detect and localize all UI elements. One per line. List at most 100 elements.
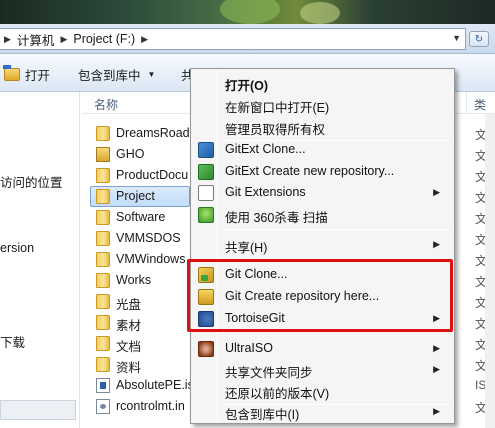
wallpaper-shape [220,0,280,24]
menu-item-label: 共享(H) [225,241,268,255]
gitext-new-repo-icon [198,164,214,180]
dropdown-arrow-icon: ▼ [147,70,156,79]
file-name: VMMSDOS [116,231,181,245]
folder-icon [96,315,110,330]
file-name: Software [116,210,166,224]
menu-separator [221,335,449,336]
menu-item-tortoisegit[interactable]: TortoiseGit ▶ [193,308,452,330]
submenu-arrow-icon: ▶ [433,313,440,323]
gitext-clone-icon [198,142,214,158]
desktop-background-strip [0,0,495,24]
nav-horizontal-scrollbar[interactable] [0,400,76,420]
file-name: GHO [116,147,145,161]
open-label: 打开 [25,69,51,83]
file-name: 素材 [116,319,142,333]
submenu-arrow-icon: ▶ [433,187,440,197]
menu-item-restore-previous-versions[interactable]: 还原以前的版本(V) [193,380,452,402]
menu-item-label: 在新窗口中打开(E) [225,101,330,115]
folder-icon [96,126,110,141]
address-bar-row: ▶ 计算机 ▶ Project (F:) ▶ ▼ ↻ [0,24,495,54]
address-bar[interactable]: ▶ 计算机 ▶ Project (F:) ▶ ▼ [0,28,466,50]
column-header-name[interactable]: 名称 [94,96,118,113]
folder-icon [96,273,110,288]
menu-item-label: GitExt Clone... [225,142,306,156]
navigation-pane: 访问的位置 ersion 下载 [0,92,80,428]
open-folder-icon [3,65,20,81]
menu-item-take-ownership[interactable]: 管理员取得所有权 [193,116,452,138]
menu-item-label: Git Clone... [225,267,288,281]
address-dropdown-icon[interactable]: ▼ [452,33,461,43]
menu-item-label: UltraISO [225,341,273,355]
column-header-type[interactable]: 类 [474,96,486,113]
nav-item-recent-places[interactable]: 访问的位置 [0,172,63,191]
menu-item-label: Git Create repository here... [225,289,380,303]
file-name: 资料 [116,361,142,375]
menu-item-ultraiso[interactable]: UltraISO ▶ [193,338,452,360]
tortoisegit-icon [198,311,214,327]
file-name: 文档 [116,340,142,354]
breadcrumb-chevron-icon[interactable]: ▶ [60,34,67,45]
menu-item-label: 共享文件夹同步 [225,366,313,380]
menu-separator [221,259,449,260]
breadcrumb-chevron-icon[interactable]: ▶ [141,34,148,45]
dll-icon [96,399,110,414]
git-clone-icon [198,267,214,283]
folder-icon [96,294,110,309]
menu-item-label: GitExt Create new repository... [225,164,395,178]
file-name: rcontrolmt.in [116,399,185,413]
menu-item-360-scan[interactable]: 使用 360杀毒 扫描 [193,204,452,226]
gho-folder-icon [96,147,110,162]
nav-item-downloads[interactable]: 下载 [0,332,25,351]
breadcrumb-chevron-icon[interactable]: ▶ [4,34,11,45]
file-name: ProductDocu [116,168,189,182]
breadcrumb-computer[interactable]: 计算机 [17,30,55,49]
breadcrumb-drive[interactable]: Project (F:) [73,32,135,46]
submenu-arrow-icon: ▶ [433,364,440,374]
refresh-button[interactable]: ↻ [469,31,489,47]
menu-item-git-extensions[interactable]: Git Extensions ▶ [193,182,452,204]
menu-item-open-new-window[interactable]: 在新窗口中打开(E) [193,94,452,116]
menu-item-label: 还原以前的版本(V) [225,387,330,401]
menu-item-git-clone[interactable]: Git Clone... [193,264,452,286]
menu-item-label: 包含到库中(I) [225,408,300,422]
folder-icon [96,357,110,372]
file-name: 光盘 [116,298,142,312]
folder-icon [96,336,110,351]
menu-separator [221,229,449,230]
ultraiso-icon [198,341,214,357]
context-menu: 打开(O) 在新窗口中打开(E) 管理员取得所有权 GitExt Clone..… [190,68,455,424]
folder-icon [96,168,110,183]
wallpaper-shape [300,2,340,24]
file-name: Works [116,273,152,287]
column-divider[interactable] [466,92,467,114]
include-in-library-button[interactable]: 包含到库中 ▼ [78,65,155,84]
vertical-scrollbar[interactable] [485,114,495,428]
nav-item-version[interactable]: ersion [0,241,34,255]
menu-item-label: Git Extensions [225,185,306,199]
menu-item-gitext-clone[interactable]: GitExt Clone... [193,139,452,161]
shield-360-icon [198,207,214,223]
file-name: Project [116,189,155,203]
menu-item-include-in-library[interactable]: 包含到库中(I) ▶ [193,401,452,423]
refresh-icon: ↻ [474,33,484,45]
menu-item-label: TortoiseGit [225,311,285,325]
folder-icon [96,252,110,267]
menu-item-label: 使用 360杀毒 扫描 [225,211,328,225]
git-extensions-icon [198,185,214,201]
menu-item-git-create-repo-here[interactable]: Git Create repository here... [193,286,452,308]
menu-item-open[interactable]: 打开(O) [193,72,452,94]
include-label: 包含到库中 [78,69,141,83]
exe-icon [96,378,110,393]
folder-icon [96,231,110,246]
menu-item-label: 打开(O) [225,79,269,93]
file-name: DreamsRoad [116,126,190,140]
git-create-repo-icon [198,289,214,305]
open-button[interactable]: 打开 [3,65,51,84]
menu-item-share[interactable]: 共享(H) ▶ [193,234,452,256]
submenu-arrow-icon: ▶ [433,343,440,353]
submenu-arrow-icon: ▶ [433,239,440,249]
menu-item-label: 管理员取得所有权 [225,123,326,137]
file-name: VMWindows [116,252,186,266]
menu-item-gitext-create-repo[interactable]: GitExt Create new repository... [193,161,452,183]
menu-item-shared-folder-sync[interactable]: 共享文件夹同步 ▶ [193,359,452,381]
